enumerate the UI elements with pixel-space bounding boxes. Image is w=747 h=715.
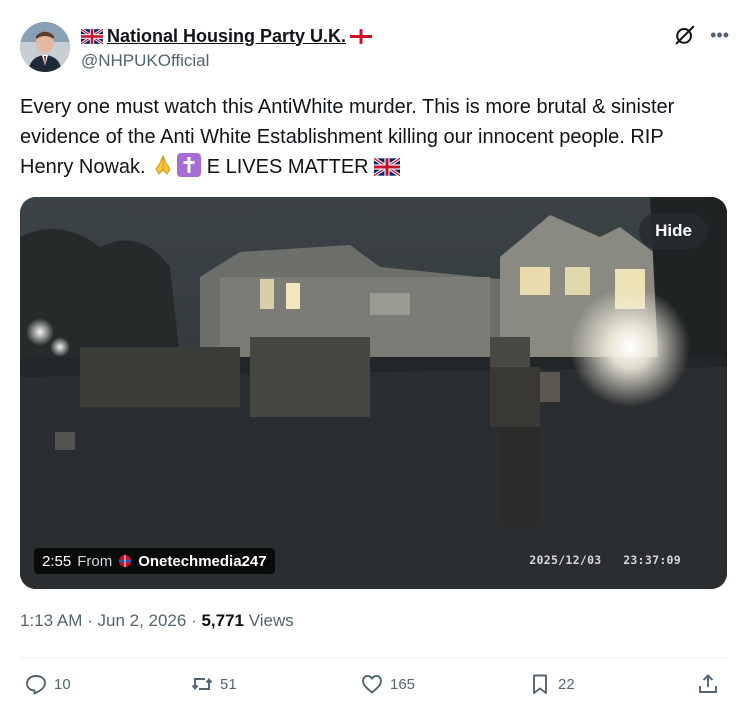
heart-icon <box>362 675 382 694</box>
bookmark-button[interactable]: 22 <box>528 672 575 696</box>
uk-flag-icon <box>81 28 103 44</box>
source-logo-icon <box>119 555 132 567</box>
folded-hands-icon <box>151 153 175 177</box>
action-bar: 10 51 165 22 <box>20 672 727 702</box>
latin-cross-icon <box>177 153 202 177</box>
divider <box>20 657 727 658</box>
repost-count: 51 <box>220 675 237 693</box>
reply-count: 10 <box>54 675 71 693</box>
tweet-text-tail: E LIVES MATTER <box>201 156 375 178</box>
tweet-time[interactable]: 1:13 AM <box>20 611 82 630</box>
meta-separator: · <box>82 611 98 630</box>
bookmark-count: 22 <box>558 675 575 693</box>
england-flag-icon <box>350 28 373 44</box>
share-icon <box>699 674 717 693</box>
grok-icon[interactable] <box>674 24 696 46</box>
views-label: Views <box>244 611 294 630</box>
reply-icon <box>26 675 46 695</box>
author-display-name[interactable]: National Housing Party U.K. <box>107 26 346 47</box>
avatar[interactable] <box>20 22 70 72</box>
repost-button[interactable]: 51 <box>190 672 237 696</box>
video-timestamp-overlay: 2025/12/03 23:37:09 <box>529 553 681 567</box>
more-icon[interactable]: ••• <box>710 26 729 44</box>
repost-icon <box>191 678 213 690</box>
uk-flag-icon <box>373 156 402 178</box>
bookmark-icon <box>533 674 547 694</box>
reply-button[interactable]: 10 <box>24 672 71 696</box>
video-duration-badge: 2:55 From Onetechmedia247 <box>34 548 275 574</box>
video-source-name[interactable]: Onetechmedia247 <box>138 553 266 570</box>
hide-button[interactable]: Hide <box>639 213 708 249</box>
tweet-text: Every one must watch this AntiWhite murd… <box>20 92 720 182</box>
video-from-label: From <box>77 552 113 570</box>
video-duration: 2:55 <box>42 552 72 570</box>
views-count: 5,771 <box>201 611 244 630</box>
author-handle[interactable]: @NHPUKOfficial <box>81 51 209 71</box>
tweet-meta: 1:13 AM · Jun 2, 2026 · 5,771 Views <box>20 611 294 631</box>
like-button[interactable]: 165 <box>360 672 415 696</box>
like-count: 165 <box>390 675 416 693</box>
share-button[interactable] <box>696 672 720 696</box>
tweet-date[interactable]: Jun 2, 2026 <box>97 611 186 630</box>
video-frame <box>20 197 727 589</box>
video-player[interactable]: Hide 2:55 From Onetechmedia247 2025/12/0… <box>20 197 727 589</box>
meta-separator: · <box>186 611 202 630</box>
